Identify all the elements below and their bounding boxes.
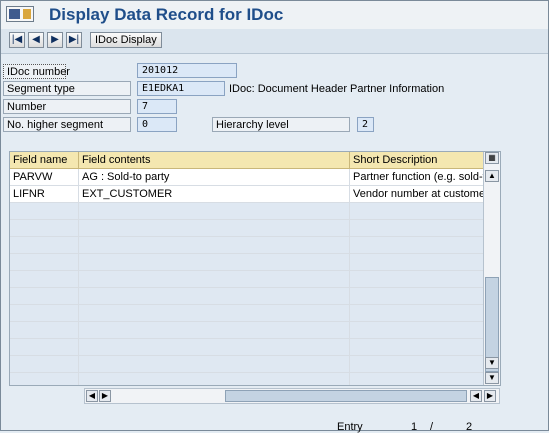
- first-page-icon: |◀: [11, 34, 23, 45]
- scroll-top-button[interactable]: ▦: [485, 152, 499, 164]
- higher-segment-label: No. higher segment: [3, 117, 131, 132]
- empty-row: [10, 271, 483, 288]
- table-settings-icon: ▦: [488, 153, 496, 162]
- hierarchy-level-value: 2: [357, 117, 374, 132]
- number-value: 7: [137, 99, 177, 114]
- page-title: Display Data Record for IDoc: [49, 5, 284, 24]
- field-name-cell: PARVW: [10, 169, 79, 185]
- previous-page-icon: ◀: [32, 34, 40, 45]
- table-header: Field name Field contents Short Descript…: [10, 152, 483, 169]
- higher-segment-value: 0: [137, 117, 177, 132]
- scroll-down-button[interactable]: ▼: [485, 357, 499, 369]
- entry-separator: /: [430, 421, 434, 433]
- empty-row: [10, 237, 483, 254]
- empty-row: [10, 356, 483, 373]
- segment-type-label: Segment type: [3, 81, 131, 96]
- table-row[interactable]: LIFNR EXT_CUSTOMER Vendor number at cust…: [10, 186, 483, 203]
- segment-type-value: E1EDKA1: [137, 81, 225, 96]
- short-description-cell: Partner function (e.g. sold-to: [353, 171, 483, 183]
- column-short-description[interactable]: Short Description: [350, 152, 483, 168]
- empty-row: [10, 373, 483, 385]
- toolbar: |◀ ◀ ▶ ▶| IDoc Display: [1, 29, 548, 54]
- field-name-cell: LIFNR: [10, 186, 79, 202]
- column-field-name[interactable]: Field name: [10, 152, 79, 168]
- horizontal-scroll-thumb[interactable]: [225, 390, 467, 402]
- chevron-left-icon: ◀: [88, 391, 96, 400]
- short-description-cell: Vendor number at customer: [353, 188, 483, 200]
- empty-row: [10, 254, 483, 271]
- scroll-bottom-button[interactable]: ▼: [485, 372, 499, 384]
- scroll-left-end-button[interactable]: ◀: [470, 390, 482, 402]
- first-page-button[interactable]: |◀: [9, 32, 25, 48]
- next-page-icon: ▶: [51, 34, 59, 45]
- chevron-right-icon: ▶: [101, 391, 109, 400]
- empty-row: [10, 288, 483, 305]
- next-page-button[interactable]: ▶: [47, 32, 63, 48]
- segment-description: IDoc: Document Header Partner Informatio…: [229, 83, 445, 95]
- data-table: Field name Field contents Short Descript…: [9, 151, 501, 386]
- hierarchy-level-label: Hierarchy level: [212, 117, 350, 132]
- previous-page-button[interactable]: ◀: [28, 32, 44, 48]
- table-row[interactable]: PARVW AG : Sold-to party Partner functio…: [10, 169, 483, 186]
- sap-menu-icon[interactable]: [6, 6, 34, 22]
- empty-row: [10, 322, 483, 339]
- chevron-right-icon: ▶: [486, 391, 494, 400]
- chevron-down-icon: ▼: [488, 358, 496, 367]
- idoc-number-value: 201012: [137, 63, 237, 78]
- last-page-button[interactable]: ▶|: [66, 32, 82, 48]
- empty-row: [10, 220, 483, 237]
- empty-row: [10, 203, 483, 220]
- title-bar: Display Data Record for IDoc: [1, 1, 548, 30]
- column-field-contents[interactable]: Field contents: [79, 152, 350, 168]
- entry-label: Entry: [337, 421, 363, 433]
- idoc-number-label: IDoc number: [3, 64, 70, 79]
- scroll-left-button[interactable]: ◀: [86, 390, 98, 402]
- empty-row: [10, 305, 483, 322]
- chevron-up-icon: ▲: [488, 171, 496, 180]
- last-page-icon: ▶|: [68, 34, 80, 45]
- empty-row: [10, 339, 483, 356]
- chevron-left-icon: ◀: [472, 391, 480, 400]
- chevron-down-icon: ▼: [488, 373, 496, 382]
- scroll-right-end-button[interactable]: ▶: [484, 390, 496, 402]
- horizontal-scrollbar[interactable]: ◀ ▶ ◀ ▶: [84, 388, 500, 404]
- field-contents-cell: EXT_CUSTOMER: [79, 186, 350, 202]
- field-contents-cell: AG : Sold-to party: [79, 169, 350, 185]
- number-label: Number: [3, 99, 131, 114]
- scroll-right-button[interactable]: ▶: [99, 390, 111, 402]
- vertical-scrollbar[interactable]: ▦ ▲ ▼ ▼: [483, 152, 500, 385]
- entry-current: 1: [411, 421, 418, 433]
- idoc-display-button[interactable]: IDoc Display: [90, 32, 162, 48]
- scroll-up-button[interactable]: ▲: [485, 170, 499, 182]
- entry-total: 2: [466, 421, 473, 433]
